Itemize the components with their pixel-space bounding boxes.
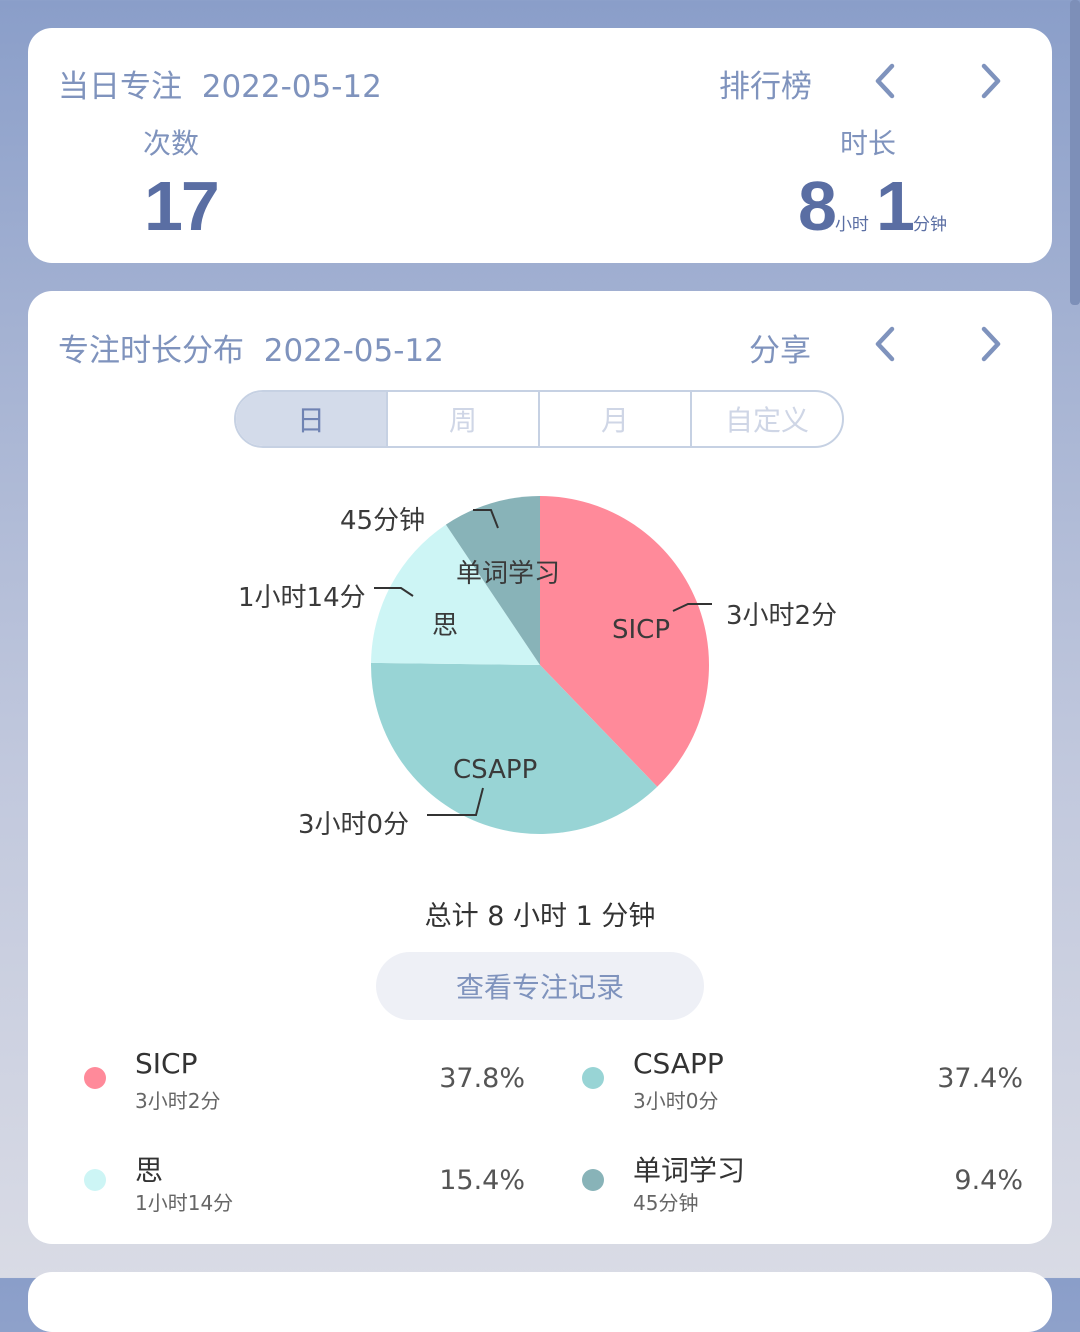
daily-focus-date: 2022-05-12 bbox=[201, 69, 382, 105]
next-card bbox=[28, 1272, 1052, 1332]
legend-pct-word: 9.4% bbox=[954, 1165, 1023, 1196]
legend-pct-csapp: 37.4% bbox=[937, 1063, 1023, 1094]
legend-sub-word: 45分钟 bbox=[633, 1191, 699, 1215]
minutes-unit: 分钟 bbox=[912, 215, 947, 235]
hours-unit: 小时 bbox=[834, 215, 869, 235]
legend-dot-sicp bbox=[84, 1067, 106, 1089]
count-value: 17 bbox=[144, 167, 220, 245]
hours-value: 8 bbox=[798, 167, 837, 245]
scrollbar[interactable] bbox=[1070, 0, 1080, 305]
legend-dot-word bbox=[582, 1169, 604, 1191]
count-label: 次数 bbox=[143, 127, 200, 160]
legend-sub-sicp: 3小时2分 bbox=[135, 1089, 221, 1113]
slice-label-word: 单词学习 bbox=[456, 559, 561, 589]
legend-pct-sicp: 37.8% bbox=[439, 1063, 525, 1094]
view-records-button[interactable]: 查看专注记录 bbox=[376, 952, 704, 1020]
outer-label-word: 45分钟 bbox=[340, 506, 426, 536]
daily-focus-card: 当日专注 2022-05-12 排行榜 次数 17 时长 8小时 1分钟 bbox=[28, 28, 1052, 263]
duration-label: 时长 bbox=[840, 127, 897, 160]
duration-value: 8小时 1分钟 bbox=[798, 166, 947, 246]
distribution-card: 专注时长分布 2022-05-12 分享 日 周 月 自定义 SICP CSAP… bbox=[28, 291, 1052, 1244]
legend-name-word: 单词学习 bbox=[633, 1154, 746, 1187]
daily-focus-title: 当日专注 2022-05-12 bbox=[58, 69, 382, 105]
outer-label-si: 1小时14分 bbox=[238, 583, 366, 613]
legend-dot-si bbox=[84, 1169, 106, 1191]
legend-dot-csapp bbox=[582, 1067, 604, 1089]
pie-chart bbox=[371, 496, 712, 834]
slice-label-sicp: SICP bbox=[612, 615, 671, 645]
legend-sub-si: 1小时14分 bbox=[135, 1191, 234, 1215]
minutes-value: 1 bbox=[876, 167, 915, 245]
slice-label-si: 思 bbox=[432, 611, 459, 641]
chevron-left-icon[interactable] bbox=[870, 63, 900, 99]
chevron-right-icon[interactable] bbox=[976, 63, 1006, 99]
outer-label-sicp: 3小时2分 bbox=[726, 601, 838, 631]
legend-name-si: 思 bbox=[135, 1154, 164, 1187]
legend-name-sicp: SICP bbox=[135, 1047, 198, 1080]
ranking-link[interactable]: 排行榜 bbox=[719, 61, 812, 106]
slice-label-csapp: CSAPP bbox=[453, 755, 538, 785]
outer-label-csapp: 3小时0分 bbox=[298, 810, 410, 840]
legend-sub-csapp: 3小时0分 bbox=[633, 1089, 719, 1113]
legend-pct-si: 15.4% bbox=[439, 1165, 525, 1196]
legend-name-csapp: CSAPP bbox=[633, 1047, 724, 1080]
total-duration: 总计 8 小时 1 分钟 bbox=[424, 901, 656, 932]
